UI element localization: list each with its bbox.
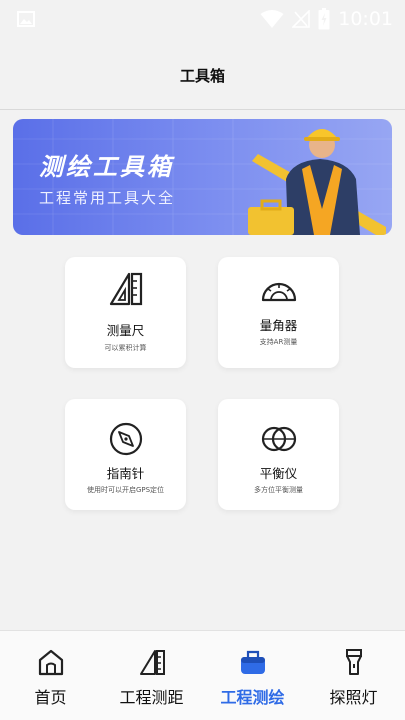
- tab-flashlight[interactable]: 探照灯: [303, 631, 404, 720]
- tab-label: 工程测距: [119, 688, 184, 707]
- toolbox-icon: [240, 650, 265, 674]
- tool-card-compass[interactable]: 指南针 使用时可以开启GPS定位: [65, 399, 186, 510]
- level-icon: [261, 426, 296, 452]
- protractor-icon: [261, 282, 296, 302]
- tab-home[interactable]: 首页: [0, 631, 101, 720]
- wifi-icon: [260, 10, 284, 28]
- page-title: 工具箱: [179, 67, 225, 85]
- tool-description: 支持AR测量: [259, 338, 298, 346]
- tool-card-protractor[interactable]: 量角器 支持AR测量: [218, 257, 339, 368]
- tool-label: 测量尺: [106, 323, 145, 338]
- tool-description: 可以累积计算: [104, 344, 147, 352]
- tab-label: 工程测绘: [220, 688, 285, 707]
- flashlight-icon: [345, 649, 362, 675]
- status-bar: 10:01: [0, 0, 405, 38]
- tab-label: 首页: [34, 688, 67, 707]
- tool-card-level[interactable]: 平衡仪 多方位平衡测量: [218, 399, 339, 510]
- title-bar: 工具箱: [0, 38, 405, 110]
- compass-icon: [109, 422, 142, 456]
- battery-icon: [318, 8, 330, 30]
- tool-card-measuring-ruler[interactable]: 测量尺 可以累积计算: [65, 257, 186, 368]
- banner-subtitle: 工程常用工具大全: [39, 189, 176, 207]
- tab-label: 探照灯: [329, 688, 378, 707]
- tool-description: 多方位平衡测量: [254, 486, 303, 494]
- ruler-triangle-icon: [109, 272, 142, 306]
- tool-label: 平衡仪: [259, 466, 298, 481]
- status-icons: 10:01: [260, 6, 393, 32]
- tool-description: 使用时可以开启GPS定位: [86, 486, 165, 494]
- tool-label: 量角器: [259, 318, 298, 333]
- tab-surveying[interactable]: 工程测绘: [202, 631, 303, 720]
- tab-distance[interactable]: 工程测距: [101, 631, 202, 720]
- image-notification-icon: [17, 11, 35, 27]
- ruler-icon: [139, 650, 165, 675]
- banner-title: 测绘工具箱: [39, 153, 174, 181]
- tool-label: 指南针: [106, 466, 145, 481]
- no-signal-icon: [292, 10, 311, 28]
- status-time: 10:01: [338, 8, 393, 30]
- bottom-tab-bar: 首页 工程测距 工程测绘 探照灯: [0, 630, 405, 720]
- home-icon: [38, 649, 63, 676]
- promo-banner[interactable]: 测绘工具箱 工程常用工具大全: [13, 119, 392, 235]
- construction-worker-illustration: [248, 129, 386, 235]
